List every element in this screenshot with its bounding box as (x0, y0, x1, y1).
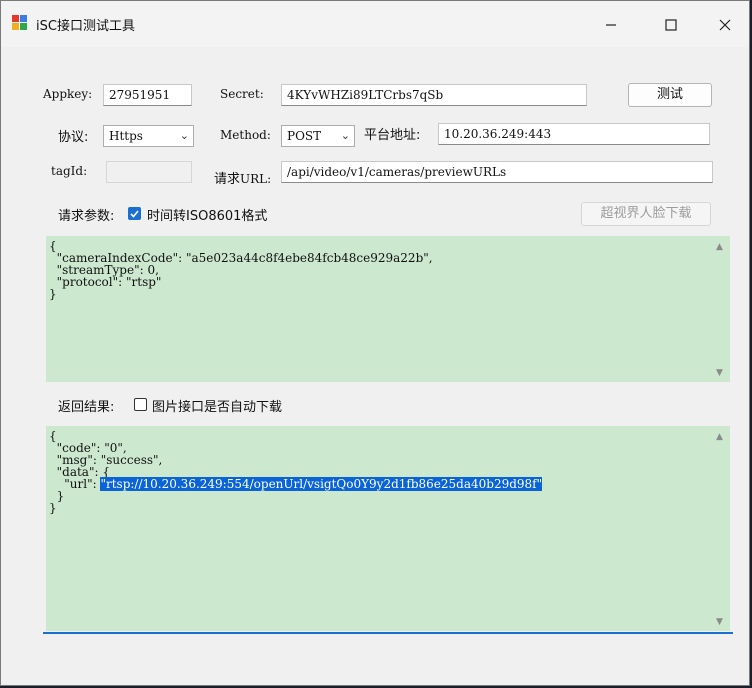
platform-input[interactable]: 10.20.36.249:443 (438, 123, 710, 145)
result-label: 返回结果: (58, 400, 115, 415)
response-body-textarea[interactable]: { "code": "0", "msg": "success", "data":… (46, 426, 713, 631)
response-line: } (49, 489, 65, 503)
scroll-down-icon[interactable]: ▼ (716, 617, 723, 627)
request-scrollbar[interactable]: ▲ ▼ (713, 236, 730, 382)
secret-label: Secret: (220, 87, 264, 101)
response-line: "msg": "success", (49, 453, 163, 467)
window-title: iSC接口测试工具 (36, 19, 135, 34)
request-params-label: 请求参数: (58, 209, 115, 224)
face-download-button[interactable]: 超视界人脸下载 (581, 202, 711, 226)
test-button[interactable]: 测试 (628, 83, 712, 107)
method-label: Method: (220, 128, 271, 142)
focus-underline (43, 632, 733, 634)
tagid-input[interactable] (106, 161, 192, 183)
request-body-textarea[interactable]: { "cameraIndexCode": "a5e023a44c8f4ebe84… (46, 236, 713, 382)
appkey-input[interactable]: 27951951 (103, 84, 192, 106)
app-window: iSC接口测试工具 Appkey: 27951951 Secret: 4KYvW… (0, 0, 750, 686)
url-label: 请求URL: (214, 168, 271, 187)
client-area: Appkey: 27951951 Secret: 4KYvWHZi89LTCrb… (2, 47, 748, 684)
platform-label: 平台地址: (364, 128, 421, 143)
secret-input[interactable]: 4KYvWHZi89LTCrbs7qSb (281, 84, 587, 106)
maximize-icon (665, 19, 677, 31)
iso8601-label: 时间转ISO8601格式 (147, 209, 268, 224)
maximize-button[interactable] (651, 9, 691, 41)
chevron-down-icon: ⌄ (179, 129, 189, 142)
close-icon (719, 19, 731, 31)
chevron-down-icon: ⌄ (340, 129, 350, 142)
appkey-label: Appkey: (43, 87, 93, 101)
checkmark-icon (130, 210, 139, 218)
auto-download-checkbox[interactable] (134, 398, 147, 411)
scroll-up-icon[interactable]: ▲ (716, 242, 723, 252)
url-label-cn: 请求 (214, 172, 241, 187)
url-input[interactable]: /api/video/v1/cameras/previewURLs (281, 161, 713, 183)
scroll-down-icon[interactable]: ▼ (716, 368, 723, 378)
url-label-en: URL: (240, 172, 272, 186)
iso8601-checkbox[interactable] (128, 207, 141, 220)
scroll-up-icon[interactable]: ▲ (716, 432, 723, 442)
close-button[interactable] (705, 9, 745, 41)
response-line: "url": "rtsp://10.20.36.249:554/openUrl/… (49, 477, 713, 491)
tagid-label: tagId: (51, 164, 88, 178)
auto-download-label: 图片接口是否自动下载 (152, 400, 283, 415)
method-value: POST (287, 129, 322, 143)
response-line: { (49, 429, 57, 443)
protocol-select[interactable]: Https ⌄ (103, 125, 194, 147)
app-icon (12, 15, 27, 30)
minimize-button[interactable] (591, 9, 631, 41)
protocol-label: 协议: (58, 130, 89, 145)
response-scrollbar[interactable]: ▲ ▼ (713, 426, 730, 631)
method-select[interactable]: POST ⌄ (281, 125, 355, 147)
protocol-value: Https (109, 129, 143, 143)
response-line: } (49, 501, 57, 515)
title-bar: iSC接口测试工具 (1, 1, 749, 47)
minimize-icon (606, 24, 616, 26)
selected-url[interactable]: "rtsp://10.20.36.249:554/openUrl/vsigtQo… (100, 477, 543, 491)
